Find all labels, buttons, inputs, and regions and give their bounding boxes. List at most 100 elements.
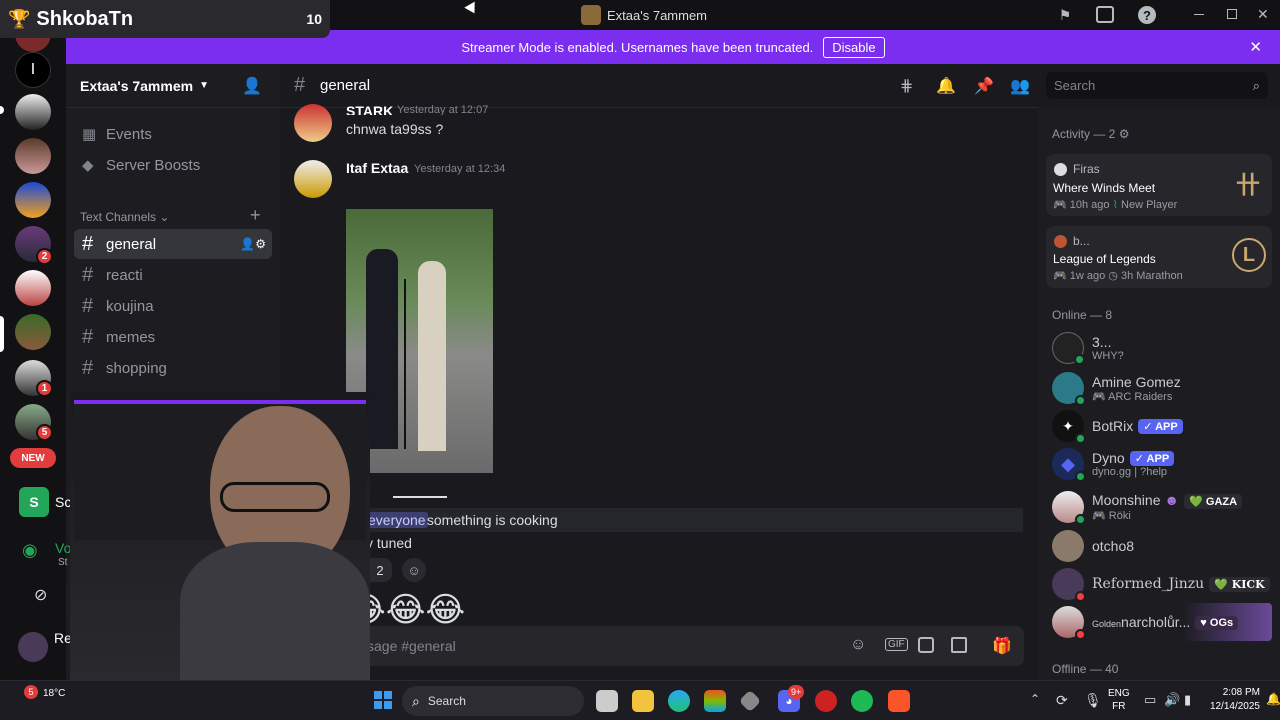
avatar	[1052, 530, 1084, 562]
composer-placeholder[interactable]: ssage #general	[360, 638, 456, 654]
member-item[interactable]: ◆ Dyno ✓ APP dyno.gg | ?help	[1052, 445, 1272, 483]
channel-koujina[interactable]: # koujina	[74, 291, 272, 321]
image-tripod	[404, 279, 406, 449]
gift-icon[interactable]: 🎁	[992, 636, 1012, 656]
channel-general[interactable]: # general 👤⚙	[74, 229, 272, 259]
activity-card[interactable]: b... League of Legends 🎮 1w ago ◷ 3h Mar…	[1046, 226, 1272, 288]
server-icon[interactable]: I	[15, 52, 51, 88]
threads-icon[interactable]: ⋕	[900, 76, 913, 96]
disable-button[interactable]: Disable	[823, 36, 885, 58]
image-upload-icon[interactable]	[951, 637, 967, 653]
image-figure	[366, 249, 398, 449]
member-item[interactable]: Goldennarcholůr... ♥ OGs	[1052, 603, 1272, 641]
camera-off-icon[interactable]: ⊘	[34, 585, 47, 605]
video-progress	[393, 496, 447, 498]
bell-icon[interactable]: 🔔	[936, 76, 956, 96]
activity-user: b...	[1073, 234, 1090, 248]
invite-icon[interactable]: 👤	[242, 76, 262, 96]
inbox-icon[interactable]	[1096, 6, 1114, 23]
store-icon[interactable]	[704, 690, 726, 712]
webcam-overlay	[70, 392, 370, 682]
banner-close-icon[interactable]: ✕	[1249, 38, 1262, 56]
pin-icon[interactable]: 📌	[974, 76, 994, 96]
add-reaction-icon[interactable]: ☺	[402, 558, 426, 582]
taskbar-search-label: Search	[427, 694, 466, 708]
inbox-flag-icon[interactable]: ⚑	[1055, 5, 1075, 25]
maximize-icon[interactable]	[1227, 9, 1237, 19]
avatar	[1052, 332, 1085, 365]
close-icon[interactable]: ✕	[1257, 6, 1269, 23]
channel-reacti[interactable]: # reacti	[74, 260, 272, 290]
voice-label: Vo	[55, 540, 72, 556]
window-title: Extaa's 7ammem	[607, 8, 708, 23]
message-author[interactable]: STARK	[346, 103, 393, 115]
discord-badge: 9+	[788, 685, 805, 699]
message-author[interactable]: Itaf Extaa	[346, 160, 408, 176]
member-item[interactable]: Moonshine ☻ 💚 GAZA 🎮 Röki	[1052, 488, 1272, 526]
clock[interactable]: 2:08 PM 12/14/2025	[1196, 686, 1260, 714]
add-channel-icon[interactable]: +	[250, 205, 261, 226]
taskbar-search[interactable]: ⌕ Search	[402, 686, 584, 716]
channel-label: memes	[106, 328, 156, 346]
minimize-icon[interactable]	[1194, 14, 1204, 15]
member-item[interactable]: otcho8	[1052, 527, 1272, 565]
member-item[interactable]: 3... WHY?	[1052, 329, 1272, 367]
chevron-up-icon[interactable]: ⌃	[1030, 692, 1040, 706]
voice-sub: St	[58, 557, 68, 568]
message-composer[interactable]: ssage #general ☺ GIF 🎁	[340, 626, 1024, 666]
search-icon[interactable]: ⌕	[1253, 78, 1260, 94]
member-item[interactable]: Amine Gomez 🎮 ARC Raiders	[1052, 369, 1272, 407]
member-prefix: Golden	[1092, 618, 1122, 629]
new-badge[interactable]: NEW	[10, 448, 56, 468]
channel-label: general	[106, 235, 157, 253]
app-icon[interactable]: S	[19, 487, 49, 517]
member-name-text: Reformed_Jinzu	[1092, 576, 1205, 592]
emoji-icon[interactable]: ☺	[850, 636, 866, 654]
network-icon[interactable]: ▭	[1144, 692, 1156, 708]
member-item[interactable]: Reformed_Jinzu 💚 KICK	[1052, 565, 1272, 603]
avatar[interactable]	[294, 160, 332, 198]
help-icon[interactable]: ?	[1138, 6, 1156, 24]
server-icon[interactable]	[15, 182, 51, 218]
user-avatar[interactable]	[18, 632, 48, 662]
mention[interactable]: everyone	[366, 512, 428, 528]
file-explorer-icon[interactable]	[632, 690, 654, 712]
nav-events[interactable]: ▦ Events	[74, 119, 272, 149]
member-name-text: Dyno	[1092, 449, 1125, 466]
volume-icon[interactable]: 🔊	[1164, 692, 1180, 708]
member-name: BotRix ✓ APP	[1092, 418, 1183, 435]
server-icon[interactable]	[15, 138, 51, 174]
server-icon[interactable]	[15, 270, 51, 306]
search-placeholder: Search	[1054, 78, 1096, 93]
sticker-icon[interactable]	[918, 637, 934, 653]
server-header[interactable]: Extaa's 7ammem ▼ 👤	[66, 64, 280, 108]
start-icon[interactable]	[374, 691, 392, 709]
edge-icon[interactable]	[668, 690, 690, 712]
server-icon[interactable]	[15, 314, 51, 350]
battery-icon[interactable]: ▮	[1184, 692, 1191, 708]
search-input[interactable]: Search ⌕	[1046, 72, 1268, 99]
members-icon[interactable]: 👥	[1010, 76, 1030, 96]
brave-icon[interactable]	[888, 690, 910, 712]
member-name: Dyno ✓ APP	[1092, 449, 1175, 467]
gaza-tag: 💚 GAZA	[1184, 493, 1243, 509]
language-indicator[interactable]: ENG FR	[1108, 687, 1130, 713]
avatar[interactable]	[294, 104, 332, 142]
add-member-icon[interactable]: 👤⚙	[240, 237, 266, 251]
spotify-icon[interactable]	[851, 690, 873, 712]
activity-ago: 10h ago	[1069, 199, 1110, 211]
app-icon[interactable]	[815, 690, 837, 712]
channel-memes[interactable]: # memes	[74, 322, 272, 352]
gif-icon[interactable]: GIF	[885, 638, 908, 651]
sync-icon[interactable]: ⟳	[1056, 692, 1068, 709]
mic-icon[interactable]: 🎙	[1084, 692, 1102, 709]
server-icon[interactable]	[15, 94, 51, 130]
category-header[interactable]: Text Channels ⌄	[80, 210, 169, 224]
task-view-icon[interactable]	[596, 690, 618, 712]
activity-card[interactable]: Firas Where Winds Meet 🎮 10h ago ⌇ New P…	[1046, 154, 1272, 216]
app-icon[interactable]	[738, 689, 762, 713]
channel-shopping[interactable]: # shopping	[74, 353, 272, 383]
member-item[interactable]: ✦ BotRix ✓ APP	[1052, 407, 1272, 445]
notification-icon[interactable]: 🔔	[1266, 692, 1280, 706]
nav-server-boosts[interactable]: ◆ Server Boosts	[74, 150, 272, 180]
